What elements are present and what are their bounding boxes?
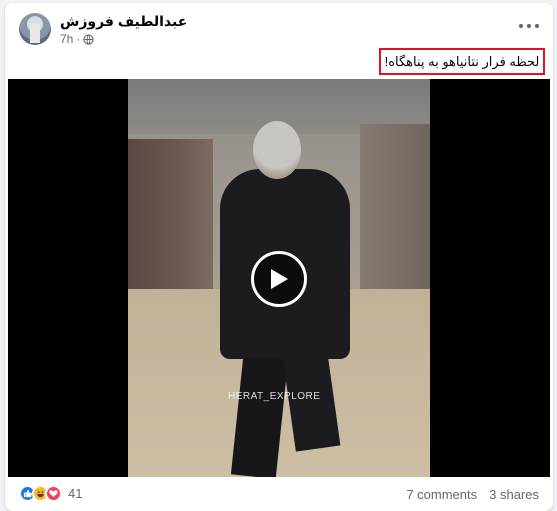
meta-separator: · — [76, 32, 81, 46]
shares-link[interactable]: 3 shares — [489, 487, 539, 502]
video-watermark: HERAT_EXPLORE — [228, 391, 321, 402]
post-meta: 7h · — [60, 32, 94, 46]
scene-wall-right — [360, 124, 430, 289]
post-caption: لحظه فرار نتانیاهو به پناهگاه! — [384, 53, 540, 69]
caption-highlight: لحظه فرار نتانیاهو به پناهگاه! — [379, 48, 545, 75]
scene-wall-left — [128, 139, 213, 294]
dot-icon — [527, 24, 531, 28]
dot-icon — [535, 24, 539, 28]
post-card: عبدالطیف فروزش 7h · لحظه فرار نتانیاهو ب… — [5, 3, 553, 511]
play-button[interactable] — [251, 251, 307, 307]
dot-icon — [519, 24, 523, 28]
author-name[interactable]: عبدالطیف فروزش — [60, 13, 187, 30]
reactions-summary[interactable]: 41 — [19, 485, 82, 502]
post-time[interactable]: 7h — [60, 32, 73, 46]
more-options-button[interactable] — [519, 21, 539, 31]
scene-person-head — [253, 121, 301, 179]
avatar[interactable] — [19, 13, 51, 45]
globe-icon — [83, 33, 94, 45]
comments-link[interactable]: 7 comments — [406, 487, 477, 502]
play-icon — [271, 269, 288, 289]
reaction-count: 41 — [68, 486, 83, 501]
love-icon — [45, 485, 62, 502]
engagement-stats: 7 comments 3 shares — [406, 487, 539, 502]
video-player[interactable]: HERAT_EXPLORE — [8, 79, 550, 477]
